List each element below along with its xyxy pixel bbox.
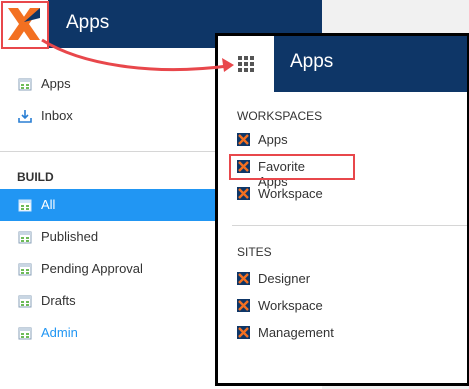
section-label-sites: SITES xyxy=(237,245,272,259)
app-grid-icon xyxy=(18,263,32,276)
inbox-download-icon xyxy=(18,110,32,123)
workspace-item-label: Workspace xyxy=(258,186,323,201)
workspace-item-label: Apps xyxy=(258,132,288,147)
favorite-apps-highlight-box xyxy=(229,154,355,180)
logo-highlight-box xyxy=(1,1,49,49)
sidebar-item-label: Drafts xyxy=(41,293,76,308)
app-grid-icon xyxy=(18,327,32,340)
x-logo-icon xyxy=(237,272,250,285)
app-grid-icon xyxy=(18,295,32,308)
x-logo-icon xyxy=(237,187,250,200)
sidebar-item-label: Inbox xyxy=(41,108,73,123)
sidebar-item-label: Pending Approval xyxy=(41,261,143,276)
sidebar-item-label: All xyxy=(41,197,56,212)
callout-header: Apps xyxy=(274,36,467,92)
app-launcher-button[interactable] xyxy=(218,36,274,92)
site-item-label: Workspace xyxy=(258,298,323,313)
x-logo-icon xyxy=(237,133,250,146)
section-label-build: BUILD xyxy=(17,170,54,184)
x-logo-icon xyxy=(237,299,250,312)
app-grid-icon xyxy=(18,199,32,212)
callout-divider xyxy=(232,225,467,226)
x-logo-icon xyxy=(237,326,250,339)
app-grid-icon xyxy=(18,78,32,91)
section-label-workspaces: WORKSPACES xyxy=(237,109,323,123)
header-title: Apps xyxy=(66,12,110,33)
sidebar-item-label: Apps xyxy=(41,76,71,91)
site-item-label: Designer xyxy=(258,271,311,286)
logo-button[interactable] xyxy=(0,0,49,49)
sidebar-item-label: Admin xyxy=(41,325,78,340)
callout-panel: Apps WORKSPACES Apps Favorite Apps Works… xyxy=(215,33,469,386)
sidebar-item-label: Published xyxy=(41,229,99,244)
app-grid-icon xyxy=(18,231,32,244)
callout-title: Apps xyxy=(290,51,334,72)
site-item-label: Management xyxy=(258,325,334,340)
